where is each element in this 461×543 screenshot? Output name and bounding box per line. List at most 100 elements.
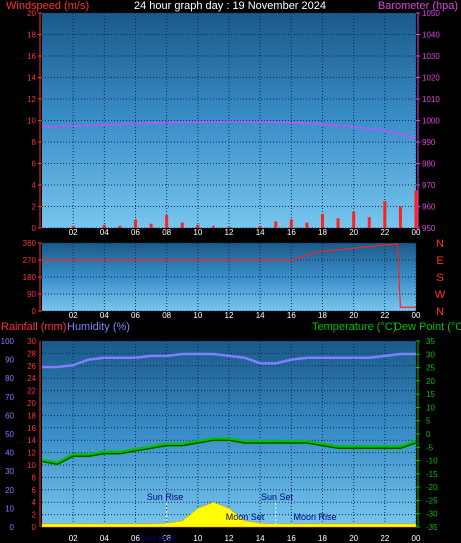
rainfall-tick-label: 8 (32, 473, 37, 482)
barometer-tick-label: 1030 (422, 52, 440, 61)
humidity-tick-label: 0 (10, 523, 15, 532)
moon-set-label: Moon Set (226, 512, 265, 522)
time-tick-label: 08 (162, 228, 171, 237)
rainfall-tick-label: 10 (27, 461, 36, 470)
windspeed-tick-label: 14 (27, 74, 36, 83)
weather-graph: Windspeed (m/s) 24 hour graph day : 19 N… (1, 0, 461, 543)
rainfall-tick-label: 0 (32, 523, 37, 532)
barometer-tick-label: 1040 (422, 31, 440, 40)
barometer-axis-title: Barometer (hpa) (378, 0, 458, 12)
time-tick-label: 00 (412, 311, 421, 320)
rainfall-tick-label: 22 (27, 387, 36, 396)
time-tick-label: 12 (225, 228, 234, 237)
windspeed-tick-label: 2 (32, 203, 37, 212)
page-title: 24 hour graph day : 19 November 2024 (134, 0, 326, 12)
temperature-tick-label: 5 (426, 417, 431, 426)
rainfall-tick-label: 2 (32, 511, 37, 520)
windspeed-tick-label: 0 (32, 224, 37, 233)
rainfall-tick-label: 6 (32, 486, 37, 495)
windspeed-tick-label: 20 (27, 9, 36, 18)
rainfall-tick-label: 24 (27, 374, 36, 383)
time-tick-label: 10 (193, 534, 202, 543)
windspeed-tick-label: 6 (32, 160, 37, 169)
barometer-tick-label: 1000 (422, 117, 440, 126)
windspeed-bar (321, 214, 324, 228)
temperature-tick-label: -25 (426, 496, 438, 505)
windspeed-bar (71, 225, 75, 228)
time-tick-label: 10 (193, 311, 202, 320)
dewpoint-axis-title: Dew Point (°C) (394, 321, 461, 333)
humidity-tick-label: 30 (5, 467, 14, 476)
time-tick-label: 16 (287, 311, 296, 320)
barometer-tick-label: 1050 (422, 9, 440, 18)
rainfall-tick-label: 30 (27, 337, 36, 346)
windspeed-bar (102, 224, 106, 228)
windspeed-tick-label: 10 (27, 117, 36, 126)
temperature-tick-label: -35 (426, 523, 438, 532)
windspeed-bar (367, 217, 371, 228)
time-tick-label: 20 (349, 228, 358, 237)
rainfall-tick-label: 4 (32, 498, 37, 507)
windspeed-tick-label: 18 (27, 31, 36, 40)
time-tick-label: 14 (256, 311, 265, 320)
time-tick-label: 18 (318, 311, 327, 320)
time-tick-label: 08 (162, 311, 171, 320)
barometer-tick-label: 970 (422, 181, 436, 190)
time-tick-label: 06 (131, 311, 140, 320)
windspeed-bar (352, 211, 356, 228)
time-tick-label: 18 (318, 228, 327, 237)
temperature-tick-label: -20 (426, 483, 438, 492)
time-tick-label: 16 (287, 534, 296, 543)
humidity-tick-label: 90 (5, 356, 14, 365)
temperature-tick-label: 35 (426, 337, 435, 346)
windspeed-tick-label: 4 (32, 181, 37, 190)
windspeed-tick-label: 8 (32, 138, 37, 147)
rainfall-tick-label: 26 (27, 362, 36, 371)
temperature-tick-label: 10 (426, 403, 435, 412)
humidity-tick-label: 20 (5, 486, 14, 495)
time-tick-label: 14 (256, 228, 265, 237)
humidity-tick-label: 50 (5, 430, 14, 439)
time-tick-label: 04 (100, 228, 109, 237)
rainfall-tick-label: 28 (27, 349, 36, 358)
moon-rise-label: Moon Rise (293, 512, 336, 522)
humidity-axis-title: Humidity (%) (67, 321, 130, 333)
windspeed-bar (196, 224, 200, 228)
rainfall-axis-title: Rainfall (mm) (1, 321, 66, 333)
temperature-tick-label: 15 (426, 390, 435, 399)
time-tick-label: 04 (100, 311, 109, 320)
time-tick-label: 04 (100, 534, 109, 543)
temperature-tick-label: 20 (426, 377, 435, 386)
windspeed-bar (149, 223, 153, 228)
time-tick-label: 22 (380, 228, 389, 237)
windspeed-bar (180, 222, 184, 228)
time-tick-label: 00 (412, 228, 421, 237)
time-tick-label: 02 (69, 228, 78, 237)
compass-label: S (436, 272, 443, 284)
time-tick-label: 12 (225, 534, 234, 543)
windspeed-bar (305, 222, 309, 228)
barometer-tick-label: 990 (422, 138, 436, 147)
sun-set-label: Sun Set (261, 492, 294, 502)
temperature-tick-label: -10 (426, 457, 438, 466)
sun-x-label: Sun Rise (140, 533, 177, 543)
humidity-tick-label: 80 (5, 374, 14, 383)
time-tick-label: 20 (349, 534, 358, 543)
time-tick-label: 00 (412, 534, 421, 543)
windspeed-bar (165, 215, 169, 228)
windspeed-bar (118, 225, 122, 228)
time-tick-label: 02 (69, 311, 78, 320)
rainfall-tick-label: 18 (27, 411, 36, 420)
compass-label: W (435, 289, 446, 301)
barometer-tick-label: 960 (422, 203, 436, 212)
windspeed-bar (398, 206, 402, 228)
direction-tick-label: 270 (23, 256, 37, 265)
windspeed-bar (414, 190, 418, 228)
rainfall-tick-label: 14 (27, 436, 36, 445)
sun-rise-label: Sun Rise (147, 492, 184, 502)
compass-label: N (436, 238, 444, 250)
barometer-tick-label: 1020 (422, 74, 440, 83)
barometer-tick-label: 1010 (422, 95, 440, 104)
time-tick-label: 14 (256, 534, 265, 543)
temperature-tick-label: -5 (426, 443, 434, 452)
